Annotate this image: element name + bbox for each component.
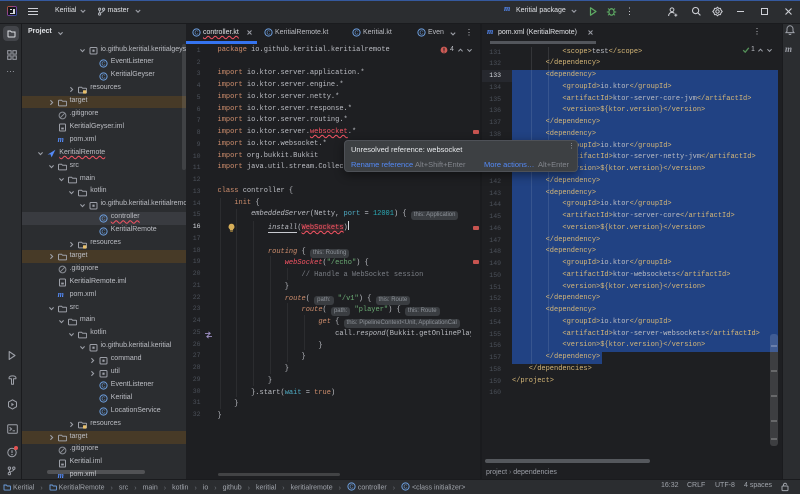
- svg-text:C: C: [350, 484, 354, 490]
- svg-text:C: C: [101, 61, 105, 67]
- svg-text:C: C: [101, 397, 105, 403]
- svg-text:C: C: [101, 384, 105, 390]
- svg-text:C: C: [404, 484, 408, 490]
- svg-text:C: C: [101, 74, 105, 80]
- svg-text:C: C: [101, 229, 105, 235]
- svg-text:C: C: [101, 410, 105, 416]
- svg-text:C: C: [101, 216, 105, 222]
